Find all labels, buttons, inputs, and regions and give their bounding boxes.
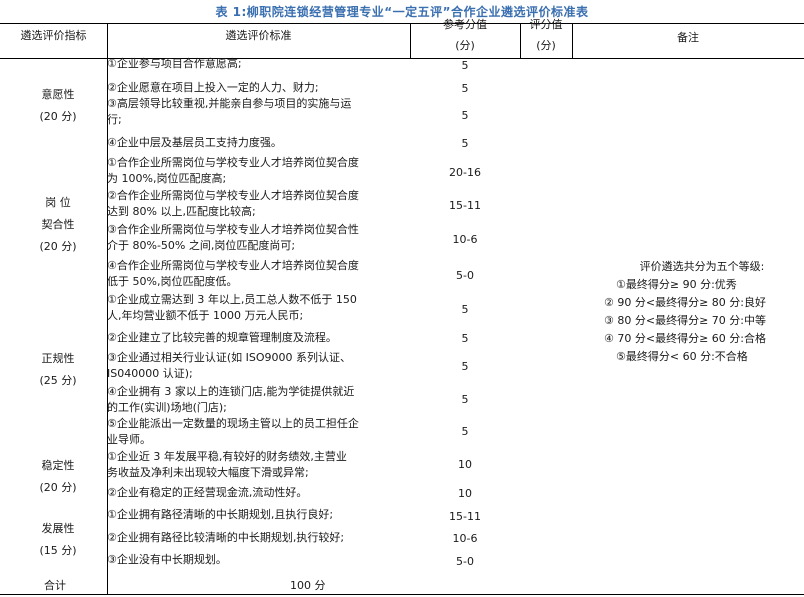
category-points: (15 分) (39, 544, 77, 557)
category-name: 意愿性 (41, 88, 75, 101)
category-name: 正规性 (41, 352, 75, 365)
reference-score: 5 (461, 360, 469, 373)
reference-score: 5 (461, 82, 469, 95)
remarks-grading-scale: 评价遴选共分为五个等级: ①最终得分≥ 90 分:优秀 ② 90 分<最终得分≥… (600, 258, 804, 366)
remark-line: ④ 70 分<最终得分≥ 60 分:合格 (604, 332, 766, 345)
reference-score: 5 (461, 109, 469, 122)
header-remark: 备注 (677, 31, 699, 44)
criterion: ⑤企业能派出一定数量的现场主管以上的员工担任企 业导师。 (107, 417, 359, 446)
reference-score: 5 (461, 303, 469, 316)
criterion: ①企业参与项目合作意愿高; (107, 57, 242, 70)
table-bottom-border (0, 594, 804, 595)
criterion: ①合作企业所需岗位与学校专业人才培养岗位契合度 为 100%,岗位匹配度高; (107, 156, 359, 185)
criterion: ②企业愿意在项目上投入一定的人力、财力; (107, 81, 319, 94)
category-points: (20 分) (39, 240, 77, 253)
header-eval-score-line2: (分) (536, 39, 556, 52)
category-stability: 稳定性 (20 分) (0, 455, 116, 499)
table-title: 表 1:柳职院连锁经营管理专业“一定五评”合作企业遴选评价标准表 (215, 5, 589, 19)
header-indicator: 遴选评价指标 (20, 29, 87, 42)
table-top-border (0, 23, 804, 24)
remark-line: ③ 80 分<最终得分≥ 70 分:中等 (604, 314, 766, 327)
criterion: ②企业有稳定的正经营现金流,流动性好。 (107, 486, 308, 499)
criterion: ②企业建立了比较完善的规章管理制度及流程。 (107, 331, 337, 344)
header-eval-score-line1: 评分值 (529, 18, 563, 31)
reference-score: 10-6 (452, 233, 478, 246)
reference-score: 5 (461, 393, 469, 406)
criterion: ③企业通过相关行业认证(如 ISO9000 系列认证、 IS040000 认证)… (107, 351, 352, 380)
header-ref-score-line2: (分) (455, 39, 475, 52)
criterion: ③高层领导比较重视,并能亲自参与项目的实施与运 行; (107, 97, 352, 126)
reference-score: 5 (461, 332, 469, 345)
total-label: 合计 (44, 579, 66, 592)
reference-score: 10 (458, 487, 472, 500)
category-name: 稳定性 (41, 459, 75, 472)
header-eval-score: 评分值 (分) (520, 17, 572, 53)
header-ref-score-line1: 参考分值 (443, 18, 487, 31)
criterion: ①企业拥有路径清晰的中长期规划,且执行良好; (107, 508, 334, 521)
criterion: ①企业近 3 年发展平稳,有较好的财务绩效,主营业 务收益及净利未出现较大幅度下… (107, 450, 347, 479)
remark-line: 评价遴选共分为五个等级: (639, 260, 765, 273)
reference-score: 20-16 (449, 166, 481, 179)
reference-score: 10-6 (452, 532, 478, 545)
category-name: 岗 位 (45, 196, 71, 209)
reference-score: 15-11 (449, 199, 481, 212)
category-development: 发展性 (15 分) (0, 518, 116, 562)
category-points: (20 分) (39, 110, 77, 123)
criterion: ③合作企业所需岗位与学校专业人才培养岗位契合性 介于 80%-50% 之间,岗位… (107, 223, 359, 252)
reference-score: 5-0 (456, 555, 474, 568)
criterion: ③企业没有中长期规划。 (107, 553, 227, 566)
header-ref-score: 参考分值 (分) (410, 17, 520, 53)
total-value: 100 分 (290, 579, 326, 592)
remark-line: ② 90 分<最终得分≥ 80 分:良好 (604, 296, 766, 309)
category-name-line2: 契合性 (41, 218, 75, 231)
criterion: ①企业成立需达到 3 年以上,员工总人数不低于 150 人,年均营业额不低于 1… (107, 293, 357, 322)
reference-score: 5 (461, 425, 469, 438)
reference-score: 5 (461, 137, 469, 150)
category-points: (20 分) (39, 481, 77, 494)
reference-score: 5 (461, 59, 469, 72)
criterion: ④企业中层及基层员工支持力度强。 (107, 136, 282, 149)
category-willingness: 意愿性 (20 分) (0, 84, 116, 128)
category-regularity: 正规性 (25 分) (0, 348, 116, 392)
category-position-fit: 岗 位 契合性 (20 分) (0, 192, 116, 258)
reference-score: 5-0 (456, 269, 474, 282)
remark-line: ①最终得分≥ 90 分:优秀 (616, 278, 737, 291)
reference-score: 15-11 (449, 510, 481, 523)
category-name: 发展性 (41, 522, 75, 535)
criterion: ④企业拥有 3 家以上的连锁门店,能为学徒提供就近 的工作(实训)场地(门店); (107, 385, 355, 414)
remark-line: ⑤最终得分< 60 分:不合格 (616, 350, 748, 363)
reference-score: 10 (458, 458, 472, 471)
criterion: ②企业拥有路径比较清晰的中长期规划,执行较好; (107, 531, 345, 544)
criterion: ④合作企业所需岗位与学校专业人才培养岗位契合度 低于 50%,岗位匹配度低。 (107, 259, 359, 288)
category-points: (25 分) (39, 374, 77, 387)
header-standard: 遴选评价标准 (225, 29, 292, 42)
criterion: ②合作企业所需岗位与学校专业人才培养岗位契合度 达到 80% 以上,匹配度比较高… (107, 189, 359, 218)
